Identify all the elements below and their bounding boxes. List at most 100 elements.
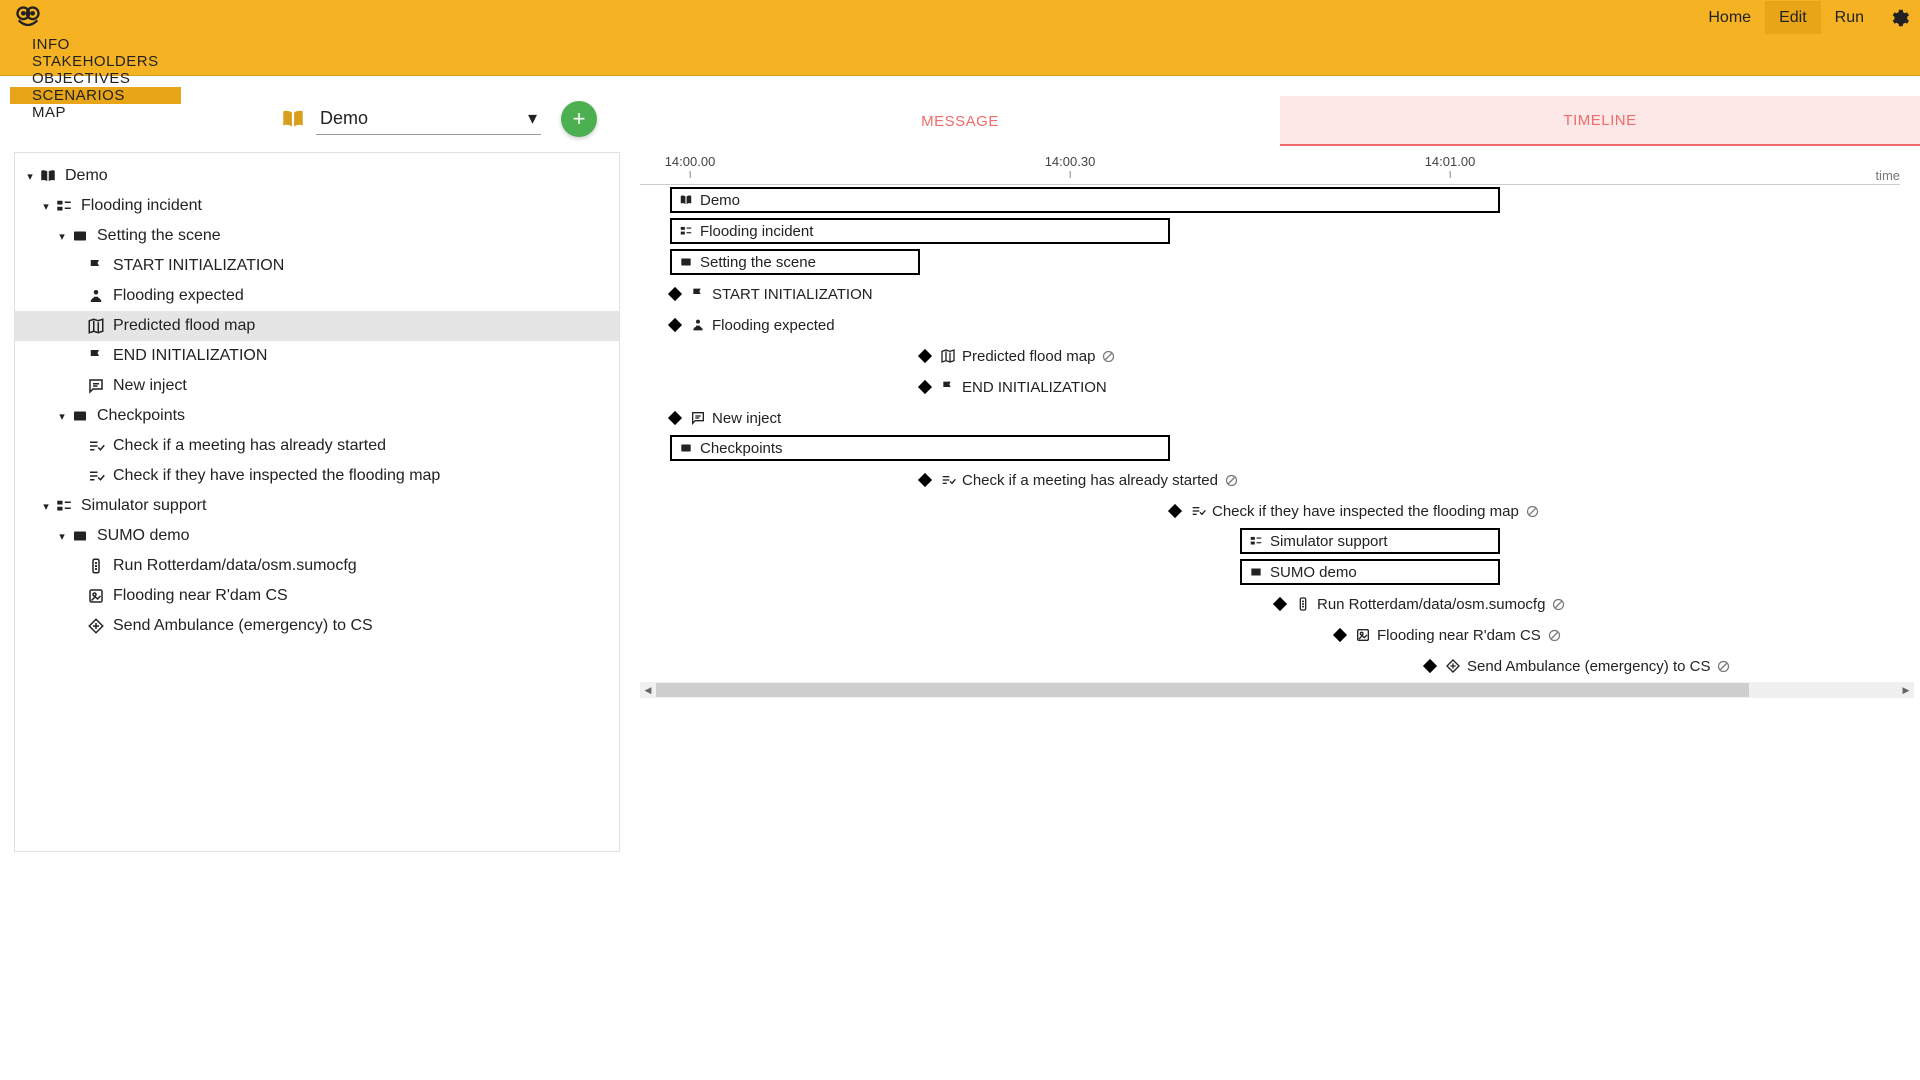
time-axis-label: time [1875,168,1900,183]
tree-item[interactable]: ▾Setting the scene [15,221,619,251]
tree-item[interactable]: END INITIALIZATION [15,341,619,371]
timeline-item-label: START INITIALIZATION [712,286,873,303]
timeline-bar[interactable]: Demo [670,187,1500,213]
traffic-icon [85,557,107,575]
scroll-right-button[interactable]: ▶ [1898,682,1914,698]
book-icon [678,193,694,207]
add-scenario-button[interactable]: + [561,101,597,137]
timeline-bar-label: Simulator support [1270,533,1388,550]
tree-item[interactable]: START INITIALIZATION [15,251,619,281]
scenario-tree: ▾Demo▾Flooding incident▾Setting the scen… [14,152,620,852]
timeline-item-label: Predicted flood map [962,348,1095,365]
timeline-row: START INITIALIZATION [640,279,1920,309]
role-icon [85,287,107,305]
detail-subtabs: MESSAGETIMELINE [640,96,1920,146]
header-link-edit[interactable]: Edit [1765,1,1821,34]
timeline-item[interactable]: START INITIALIZATION [670,279,873,309]
timeline-row: Predicted flood map [640,341,1920,371]
tree-item[interactable]: Predicted flood map [15,311,619,341]
scenario-select[interactable]: Demo ▾ [316,103,541,135]
scroll-thumb[interactable] [656,683,1749,697]
map-icon [940,348,956,364]
tree-item[interactable]: ▾ Flooding incident [15,191,619,221]
tree-item[interactable]: ▾Demo [15,161,619,191]
timeline-item-label: Check if they have inspected the floodin… [1212,503,1519,520]
tree-caret-icon[interactable]: ▾ [55,230,69,243]
timeline-item-label: END INITIALIZATION [962,379,1107,396]
list-icon [1248,534,1264,548]
box-icon [1248,565,1264,579]
tree-item[interactable]: ▾ Simulator support [15,491,619,521]
subtab-timeline[interactable]: TIMELINE [1280,96,1920,146]
settings-icon[interactable] [1888,7,1910,29]
timeline-item-label: Check if a meeting has already started [962,472,1218,489]
scenario-select-value: Demo [320,108,528,129]
timeline-item[interactable]: Send Ambulance (emergency) to CS [1425,651,1731,681]
tab-info[interactable]: INFO [10,36,181,53]
diamond-icon [1333,628,1347,642]
timeline-item-label: Flooding near R'dam CS [1377,627,1541,644]
tree-caret-icon[interactable]: ▾ [55,530,69,543]
disabled-icon [1525,504,1540,519]
timeline-scrollbar[interactable]: ◀ ▶ [640,682,1914,698]
app-header: HomeEditRun [0,0,1920,36]
timeline-item[interactable]: Flooding near R'dam CS [1335,620,1562,650]
timeline-bar[interactable]: Flooding incident [670,218,1170,244]
timeline-row: Checkpoints [640,434,1920,464]
tree-caret-icon[interactable]: ▾ [23,170,37,183]
check-icon [85,467,107,485]
disabled-icon [1101,349,1116,364]
timeline-bar-label: Checkpoints [700,440,783,457]
tree-item[interactable]: ▾ SUMO demo [15,521,619,551]
box-icon [69,227,91,245]
subtab-message[interactable]: MESSAGE [640,96,1280,146]
tree-item[interactable]: ▾Checkpoints [15,401,619,431]
tree-item[interactable]: Flooding expected [15,281,619,311]
disabled-icon [1716,659,1731,674]
timeline-item[interactable]: END INITIALIZATION [920,372,1107,402]
diamond-icon [668,287,682,301]
box-icon [69,407,91,425]
list-icon [53,197,75,215]
geo-icon [1355,627,1371,643]
unit-icon [85,617,107,635]
tree-item[interactable]: Check if a meeting has already started [15,431,619,461]
scroll-left-button[interactable]: ◀ [640,682,656,698]
tree-caret-icon[interactable]: ▾ [39,500,53,513]
timeline-bar[interactable]: Simulator support [1240,528,1500,554]
timeline-item-label: Run Rotterdam/data/osm.sumocfg [1317,596,1545,613]
timeline-row: Simulator support [640,527,1920,557]
tree-caret-icon[interactable]: ▾ [39,200,53,213]
tree-item-label: SUMO demo [97,527,189,545]
tree-item-label: Simulator support [81,497,206,515]
flag-icon [85,347,107,365]
check-icon [85,437,107,455]
tree-item[interactable]: Run Rotterdam/data/osm.sumocfg [15,551,619,581]
header-link-home[interactable]: Home [1694,1,1765,34]
timeline-item[interactable]: Check if a meeting has already started [920,465,1239,495]
timeline-item[interactable]: Flooding expected [670,310,835,340]
timeline-row: SUMO demo [640,558,1920,588]
timeline-item[interactable]: Run Rotterdam/data/osm.sumocfg [1275,589,1566,619]
check-icon [940,472,956,488]
tree-caret-icon[interactable]: ▾ [55,410,69,423]
timeline-item[interactable]: Predicted flood map [920,341,1116,371]
tree-item[interactable]: Flooding near R'dam CS [15,581,619,611]
timeline-item[interactable]: New inject [670,403,781,433]
timeline-item[interactable]: Check if they have inspected the floodin… [1170,496,1540,526]
tree-item-label: Flooding incident [81,197,202,215]
book-icon [37,167,59,185]
timeline-item-label: Send Ambulance (emergency) to CS [1467,658,1710,675]
timeline-ruler: 14:00.00 14:00.30 14:01.00 time [640,146,1920,186]
tab-stakeholders[interactable]: STAKEHOLDERS [10,53,181,70]
timeline-bar[interactable]: SUMO demo [1240,559,1500,585]
tree-item[interactable]: Check if they have inspected the floodin… [15,461,619,491]
chevron-down-icon: ▾ [528,108,537,129]
tree-item[interactable]: New inject [15,371,619,401]
tree-item[interactable]: Send Ambulance (emergency) to CS [15,611,619,641]
timeline-item-label: New inject [712,410,781,427]
timeline-bar-label: Demo [700,192,740,209]
timeline-bar[interactable]: Checkpoints [670,435,1170,461]
header-link-run[interactable]: Run [1821,1,1878,34]
timeline-bar[interactable]: Setting the scene [670,249,920,275]
